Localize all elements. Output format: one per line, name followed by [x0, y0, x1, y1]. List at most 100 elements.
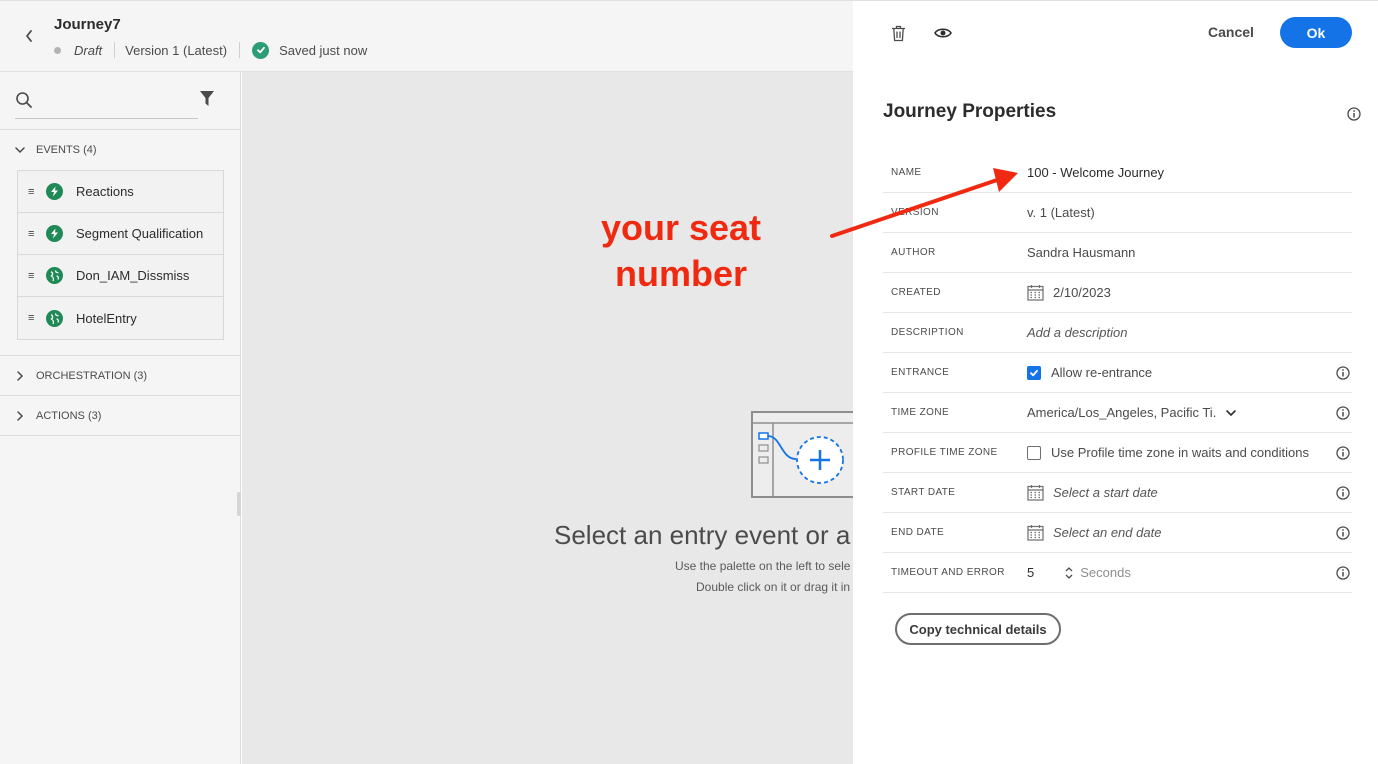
profile-timezone-checkbox[interactable] — [1027, 445, 1041, 460]
delete-button[interactable] — [887, 23, 909, 43]
property-row-created: CREATED 2/10/2023 — [883, 273, 1352, 313]
start-date-placeholder: Select a start date — [1053, 485, 1158, 500]
drag-handle-icon[interactable]: ≡ — [28, 312, 46, 324]
palette-panel: EVENTS (4) ≡ Reactions ≡ Segment Qualifi… — [0, 72, 241, 764]
divider — [0, 129, 240, 130]
canvas-empty-title: Select an entry event or a re — [554, 520, 853, 550]
list-item[interactable]: ≡ HotelEntry — [18, 297, 223, 339]
events-section-header[interactable]: EVENTS (4) — [14, 144, 97, 156]
info-icon[interactable] — [1336, 366, 1350, 380]
divider — [114, 42, 116, 58]
journey-properties-panel: Cancel Ok Journey Properties NAME 100 - … — [853, 0, 1378, 764]
entrance-label: ENTRANCE — [891, 367, 950, 378]
version-text: Version 1 (Latest) — [125, 42, 228, 58]
trash-icon — [891, 25, 905, 41]
end-date-picker[interactable]: Select an end date — [1027, 524, 1352, 541]
timeout-unit: Seconds — [1080, 565, 1131, 580]
lightning-icon — [46, 225, 63, 242]
copy-technical-details-button[interactable]: Copy technical details — [895, 613, 1061, 645]
journey-canvas[interactable]: Select an entry event or a re Use the pa… — [242, 72, 853, 764]
chevron-left-icon — [26, 30, 32, 42]
cancel-button[interactable]: Cancel — [1208, 24, 1254, 40]
allow-reentrance-label: Allow re-entrance — [1051, 365, 1153, 380]
info-icon[interactable] — [1336, 566, 1350, 580]
chevron-down-icon — [14, 146, 26, 154]
preview-button[interactable] — [932, 23, 954, 43]
ok-button[interactable]: Ok — [1280, 17, 1352, 48]
property-row-profile-timezone: PROFILE TIME ZONE Use Profile time zone … — [883, 433, 1352, 473]
info-icon[interactable] — [1336, 486, 1350, 500]
property-row-author: AUTHOR Sandra Hausmann — [883, 233, 1352, 273]
property-row-description: DESCRIPTION Add a description — [883, 313, 1352, 353]
name-label: NAME — [891, 167, 922, 178]
property-row-version: VERSION v. 1 (Latest) — [883, 193, 1352, 233]
end-date-label: END DATE — [891, 527, 945, 538]
lightning-icon — [46, 183, 63, 200]
chevron-right-icon — [14, 371, 26, 381]
annotation-line1: your seat — [600, 207, 762, 248]
property-row-timeout: TIMEOUT AND ERROR 5 Seconds — [883, 553, 1352, 593]
property-row-name: NAME 100 - Welcome Journey — [883, 153, 1352, 193]
info-icon[interactable] — [1336, 526, 1350, 540]
divider — [0, 395, 240, 396]
timezone-dropdown[interactable]: America/Los_Angeles, Pacific Ti... — [1027, 405, 1352, 420]
page-title: Journey Properties — [883, 101, 1057, 122]
info-icon[interactable] — [1336, 446, 1350, 460]
event-label: HotelEntry — [76, 310, 137, 326]
filter-icon[interactable] — [199, 90, 215, 107]
actions-section-header[interactable]: ACTIONS (3) — [14, 410, 101, 422]
journey-meta: Draft Version 1 (Latest) Saved just now — [54, 41, 367, 59]
drag-handle-icon[interactable]: ≡ — [28, 228, 46, 240]
list-item[interactable]: ≡ Don_IAM_Dissmiss — [18, 255, 223, 297]
drag-handle-icon[interactable]: ≡ — [28, 186, 46, 198]
end-date-placeholder: Select an end date — [1053, 525, 1162, 540]
event-label: Don_IAM_Dissmiss — [76, 268, 190, 283]
created-value: 2/10/2023 — [1027, 284, 1352, 301]
created-label: CREATED — [891, 287, 941, 298]
name-field[interactable]: 100 - Welcome Journey — [1027, 165, 1352, 180]
events-header-label: EVENTS (4) — [36, 144, 97, 156]
start-date-label: START DATE — [891, 487, 956, 498]
profile-timezone-text: Use Profile time zone in waits and condi… — [1051, 445, 1309, 460]
globe-icon — [46, 309, 63, 327]
timezone-label: TIME ZONE — [891, 407, 950, 418]
info-icon[interactable] — [1347, 107, 1361, 121]
description-placeholder: Add a description — [1027, 325, 1128, 340]
allow-reentrance-checkbox[interactable] — [1027, 365, 1041, 380]
empty-canvas-illustration — [751, 411, 853, 498]
timeout-stepper[interactable] — [1064, 566, 1074, 580]
timeout-field: 5 Seconds — [1027, 565, 1352, 580]
profile-timezone-field: Use Profile time zone in waits and condi… — [1027, 445, 1352, 460]
timeout-label: TIMEOUT AND ERROR — [891, 567, 1005, 578]
property-row-end-date: END DATE Select an end date — [883, 513, 1352, 553]
back-button[interactable] — [18, 25, 40, 47]
divider — [0, 355, 240, 356]
start-date-picker[interactable]: Select a start date — [1027, 484, 1352, 501]
globe-icon — [46, 267, 63, 284]
status-text: Draft — [74, 42, 103, 58]
checkmark-icon — [252, 41, 270, 59]
journey-header: Journey7 Draft Version 1 (Latest) Saved … — [0, 0, 853, 72]
orchestration-header-label: ORCHESTRATION (3) — [36, 370, 148, 382]
events-list: ≡ Reactions ≡ Segment Qualification ≡ Do… — [17, 170, 224, 340]
info-icon[interactable] — [1336, 406, 1350, 420]
list-item[interactable]: ≡ Reactions — [18, 171, 223, 213]
property-row-timezone: TIME ZONE America/Los_Angeles, Pacific T… — [883, 393, 1352, 433]
list-item[interactable]: ≡ Segment Qualification — [18, 213, 223, 255]
properties-form: NAME 100 - Welcome Journey VERSION v. 1 … — [883, 153, 1352, 593]
profile-timezone-label: PROFILE TIME ZONE — [891, 447, 998, 458]
orchestration-section-header[interactable]: ORCHESTRATION (3) — [14, 370, 147, 382]
event-label: Reactions — [76, 184, 134, 199]
chevron-down-icon[interactable] — [1064, 573, 1074, 580]
property-row-start-date: START DATE Select a start date — [883, 473, 1352, 513]
timeout-input[interactable]: 5 — [1027, 565, 1034, 580]
property-row-entrance: ENTRANCE Allow re-entrance — [883, 353, 1352, 393]
panel-resize-handle[interactable] — [237, 492, 241, 516]
description-field[interactable]: Add a description — [1027, 325, 1352, 340]
description-label: DESCRIPTION — [891, 327, 964, 338]
palette-search-input[interactable] — [15, 88, 198, 119]
drag-handle-icon[interactable]: ≡ — [28, 270, 46, 282]
chevron-up-icon[interactable] — [1064, 566, 1074, 573]
chevron-down-icon — [1225, 409, 1237, 417]
author-value: Sandra Hausmann — [1027, 245, 1136, 260]
